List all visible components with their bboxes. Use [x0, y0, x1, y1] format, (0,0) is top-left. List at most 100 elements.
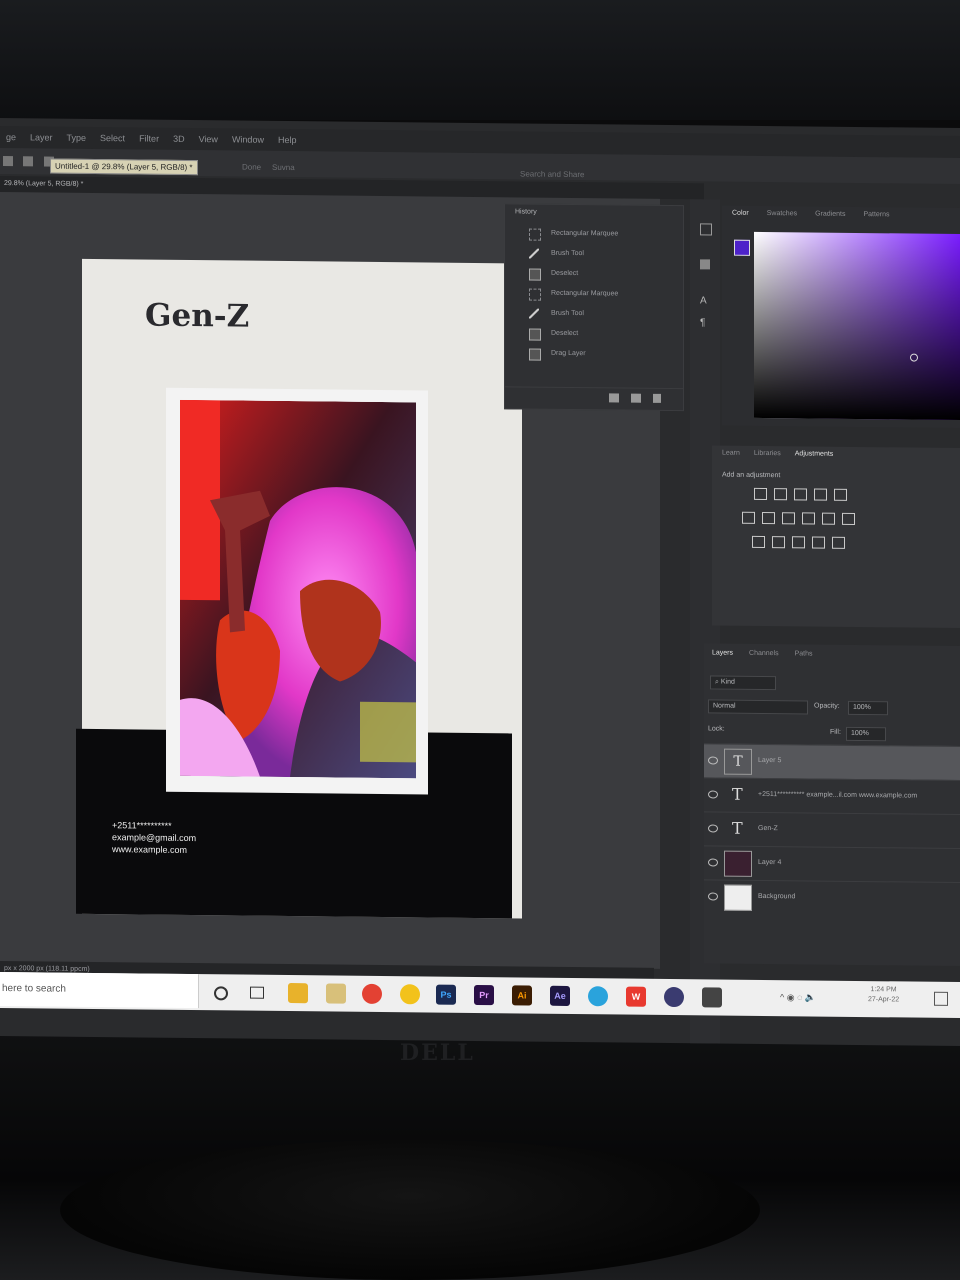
eye-icon[interactable] — [708, 892, 718, 901]
cortana-icon[interactable] — [214, 986, 228, 1001]
foreground-color-swatch[interactable] — [734, 239, 750, 256]
channel-mixer-icon[interactable] — [822, 512, 835, 525]
blend-mode-select[interactable]: Normal — [708, 699, 808, 715]
wps-icon[interactable]: W — [626, 986, 646, 1007]
history-item[interactable]: Rectangular Marquee — [525, 224, 701, 244]
menu-item-help[interactable]: Help — [278, 135, 297, 145]
tab-layers[interactable]: Layers — [712, 649, 733, 656]
monitor-brand-logo: DELL — [400, 1040, 475, 1066]
tab-libraries[interactable]: Libraries — [754, 450, 781, 457]
tab-learn[interactable]: Learn — [722, 450, 740, 457]
menu-item-3d[interactable]: 3D — [173, 134, 185, 144]
file-explorer-icon[interactable] — [288, 983, 308, 1004]
levels-icon[interactable] — [774, 488, 787, 501]
properties-icon[interactable] — [700, 223, 712, 236]
layer-name: Layer 5 — [758, 756, 782, 765]
trash-icon[interactable] — [653, 393, 661, 403]
photo-filter-icon[interactable] — [802, 512, 815, 525]
eye-icon[interactable] — [708, 790, 718, 799]
layer-row[interactable]: T Layer 5 — [704, 743, 960, 781]
contact-block: +2511********** example@gmail.com www.ex… — [112, 819, 196, 856]
menu-item-select[interactable]: Select — [100, 133, 125, 143]
tab-patterns[interactable]: Patterns — [863, 211, 889, 218]
layer-row[interactable]: T Gen-Z — [704, 811, 960, 849]
background-layer-thumb-icon — [724, 884, 752, 911]
eye-icon[interactable] — [708, 858, 718, 867]
threshold-icon[interactable] — [792, 536, 805, 549]
layer-row[interactable]: Layer 4 — [704, 845, 960, 883]
photoshop-icon[interactable]: Ps — [436, 984, 456, 1005]
menu-item-window[interactable]: Window — [232, 134, 264, 144]
after-effects-icon[interactable]: Ae — [550, 985, 570, 1006]
color-picker-handle[interactable] — [910, 353, 918, 362]
adjustments-tabs: Learn Libraries Adjustments — [722, 450, 833, 458]
history-item[interactable]: Deselect — [525, 324, 701, 344]
chrome-icon[interactable] — [362, 983, 382, 1005]
text-layer-icon: T — [732, 818, 743, 838]
vibrance-icon[interactable] — [834, 488, 847, 501]
posterize-icon[interactable] — [772, 536, 785, 549]
taskbar-search[interactable]: here to search — [0, 972, 199, 1009]
character-icon[interactable]: A — [700, 295, 707, 306]
task-view-icon[interactable] — [250, 986, 264, 999]
history-item[interactable]: Drag Layer — [525, 344, 701, 364]
image-layer-thumb-icon — [724, 850, 752, 877]
layer-row[interactable]: Background — [704, 879, 960, 917]
menu-item-type[interactable]: Type — [67, 133, 87, 143]
new-document-icon[interactable] — [609, 393, 619, 403]
tab-paths[interactable]: Paths — [795, 650, 813, 657]
swatch-icon[interactable] — [700, 259, 710, 270]
black-white-icon[interactable] — [782, 512, 795, 525]
options-item[interactable]: Suvna — [272, 163, 295, 172]
hue-saturation-icon[interactable] — [742, 511, 755, 524]
history-item[interactable]: Deselect — [525, 264, 701, 284]
history-item[interactable]: Brush Tool — [525, 304, 701, 324]
system-tray[interactable]: ^ ◉ ◌ 🔈 — [780, 992, 816, 1003]
tab-adjustments[interactable]: Adjustments — [795, 450, 834, 457]
telegram-icon[interactable] — [588, 986, 608, 1007]
camera-icon[interactable] — [631, 393, 641, 403]
search-share-field[interactable]: Search and Share — [520, 169, 585, 179]
layer-kind-filter[interactable]: ⌕ Kind — [710, 675, 776, 691]
tab-swatches[interactable]: Swatches — [767, 210, 797, 217]
photos-icon[interactable] — [702, 987, 722, 1008]
color-lookup-icon[interactable] — [842, 512, 855, 525]
opacity-input[interactable]: 100% — [848, 700, 888, 716]
tab-color[interactable]: Color — [732, 210, 749, 217]
align-icon[interactable] — [23, 156, 34, 167]
menu-item-layer[interactable]: Layer — [30, 132, 53, 142]
menu-item-view[interactable]: View — [199, 134, 218, 144]
menu-item[interactable]: ge — [6, 132, 16, 142]
eye-icon[interactable] — [708, 824, 718, 833]
brightness-icon[interactable] — [754, 487, 767, 501]
color-balance-icon[interactable] — [762, 511, 775, 525]
app-icon[interactable] — [664, 986, 684, 1008]
menu-item-filter[interactable]: Filter — [139, 133, 159, 143]
eye-icon[interactable] — [708, 756, 718, 765]
history-item[interactable]: Brush Tool — [525, 244, 701, 264]
fill-input[interactable]: 100% — [846, 726, 886, 742]
drive-icon[interactable] — [400, 984, 420, 1005]
history-item[interactable]: Rectangular Marquee — [525, 284, 701, 304]
gradient-map-icon[interactable] — [812, 536, 825, 549]
move-tool-icon[interactable] — [3, 156, 13, 167]
contact-phone: +2511********** — [112, 820, 172, 831]
layer-row[interactable]: T +2511********** example...il.com www.e… — [704, 777, 960, 815]
color-picker-field[interactable] — [754, 231, 960, 421]
invert-icon[interactable] — [752, 535, 765, 549]
selective-color-icon[interactable] — [832, 536, 845, 549]
tab-gradients[interactable]: Gradients — [815, 211, 845, 218]
curves-icon[interactable] — [794, 488, 807, 501]
options-done[interactable]: Done — [242, 163, 261, 172]
illustrator-icon[interactable]: Ai — [512, 985, 532, 1006]
exposure-icon[interactable] — [814, 488, 827, 501]
document-icon — [529, 268, 541, 281]
paragraph-icon[interactable]: ¶ — [700, 317, 705, 328]
taskbar-clock[interactable]: 1:24 PM 27-Apr-22 — [868, 985, 899, 1005]
document-icon — [529, 328, 541, 341]
notification-icon[interactable] — [934, 991, 948, 1006]
premiere-icon[interactable]: Pr — [474, 984, 494, 1006]
tab-channels[interactable]: Channels — [749, 650, 779, 657]
notes-icon[interactable] — [326, 983, 346, 1004]
kind-label: Kind — [720, 678, 735, 686]
